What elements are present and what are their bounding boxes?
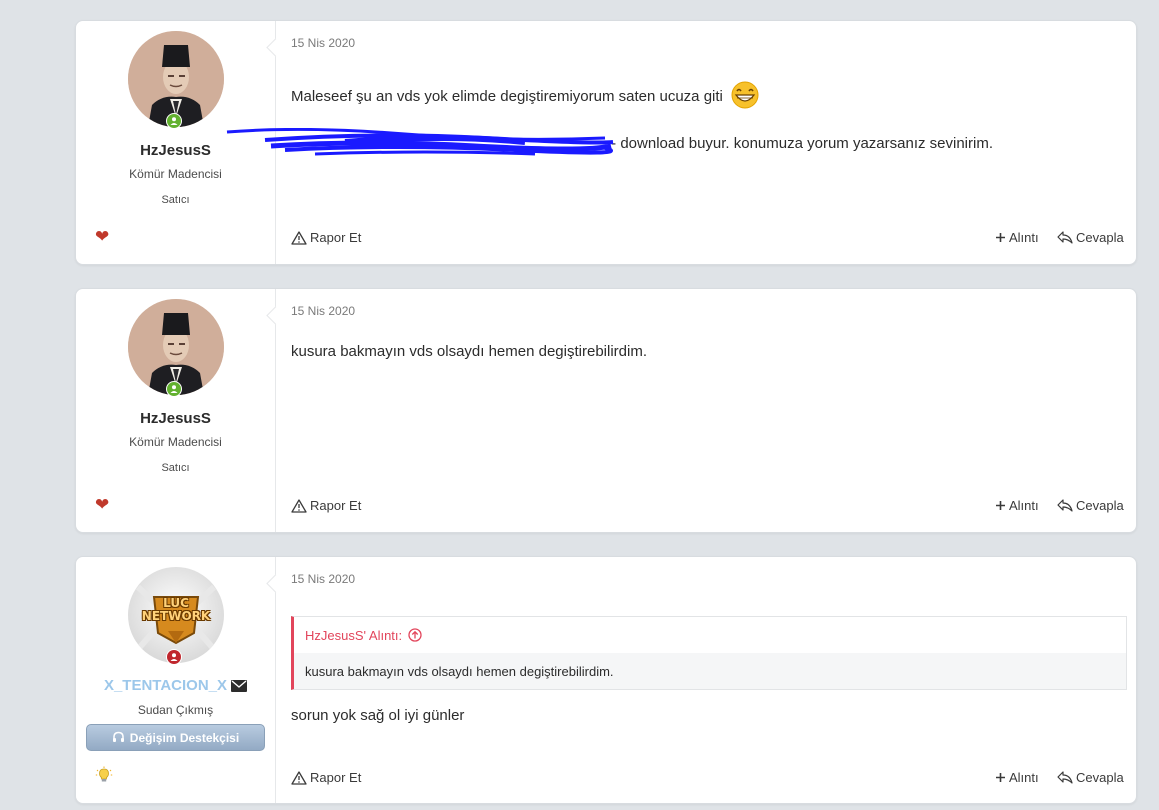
- username-row: X_TENTACION_X: [76, 677, 275, 694]
- quote-label: Alıntı: [1009, 230, 1039, 245]
- post-date[interactable]: 15 Nis 2020: [291, 304, 355, 318]
- badge-label: Değişim Destekçisi: [129, 730, 240, 745]
- online-dot: [167, 114, 181, 128]
- reply-button[interactable]: Cevapla: [1057, 230, 1124, 245]
- post-2: HzJesusS Kömür Madencisi Satıcı ❤ 15 Nis…: [75, 288, 1137, 533]
- reply-label: Cevapla: [1076, 770, 1124, 785]
- online-dot: [167, 382, 181, 396]
- quote-header[interactable]: HzJesusS' Alıntı:: [294, 617, 1126, 653]
- warning-icon: [291, 498, 307, 513]
- report-label: Rapor Et: [310, 230, 362, 245]
- report-label: Rapor Et: [310, 498, 362, 513]
- plus-icon: [995, 232, 1006, 243]
- headset-icon: [112, 731, 125, 744]
- online-dot: [167, 650, 181, 664]
- post-message: kusura bakmayın vds olsaydı hemen degişt…: [291, 343, 647, 360]
- post-3: LUC NETWORK X_TENTACION_X Sudan Çıkmış D…: [75, 556, 1137, 804]
- post-message-line: Maleseef şu an vds yok elimde degiştirem…: [291, 81, 761, 113]
- online-status-icon: [166, 113, 182, 129]
- warning-icon: [291, 770, 307, 785]
- username[interactable]: X_TENTACION_X: [104, 677, 227, 694]
- reply-icon: [1057, 499, 1073, 512]
- avatar-logo-text: LUC NETWORK: [141, 596, 211, 623]
- quote-label: Alıntı: [1009, 770, 1039, 785]
- quote-author[interactable]: HzJesusS' Alıntı:: [305, 628, 402, 643]
- user-banner: Satıcı: [161, 194, 190, 206]
- report-button[interactable]: Rapor Et: [291, 498, 361, 513]
- envelope-icon[interactable]: [231, 679, 248, 692]
- post-user-column: HzJesusS Kömür Madencisi Satıcı ❤: [76, 289, 276, 532]
- user-banner: Satıcı: [161, 462, 190, 474]
- user-badge: Değişim Destekçisi: [86, 724, 265, 751]
- user-title: Kömür Madencisi: [129, 167, 222, 181]
- post-message-line: - download buyur. konumuza yorum yazarsa…: [226, 128, 994, 156]
- user-title: Sudan Çıkmış: [137, 703, 214, 717]
- reply-icon: [1057, 231, 1073, 244]
- message-text: - download buyur. konumuza yorum yazarsa…: [611, 135, 994, 152]
- report-button[interactable]: Rapor Et: [291, 770, 361, 785]
- post-message: sorun yok sağ ol iyi günler: [291, 707, 465, 724]
- user-title: Kömür Madencisi: [129, 435, 222, 449]
- post-date[interactable]: 15 Nis 2020: [291, 36, 355, 50]
- reply-button[interactable]: Cevapla: [1057, 770, 1124, 785]
- quote-button[interactable]: Alıntı: [995, 498, 1039, 513]
- lightbulb-icon[interactable]: [95, 766, 113, 789]
- post-user-column: LUC NETWORK X_TENTACION_X Sudan Çıkmış D…: [76, 557, 276, 803]
- plus-icon: [995, 772, 1006, 783]
- reply-label: Cevapla: [1076, 230, 1124, 245]
- quote-block: HzJesusS' Alıntı: kusura bakmayın vds ol…: [291, 616, 1127, 690]
- report-label: Rapor Et: [310, 770, 362, 785]
- post-1: HzJesusS Kömür Madencisi Satıcı ❤ 15 Nis…: [75, 20, 1137, 265]
- heart-icon[interactable]: ❤: [95, 228, 109, 245]
- message-text: Maleseef şu an vds yok elimde degiştirem…: [291, 87, 723, 105]
- reply-icon: [1057, 771, 1073, 784]
- heart-icon[interactable]: ❤: [95, 496, 109, 513]
- quote-label: Alıntı: [1009, 498, 1039, 513]
- quote-text: kusura bakmayın vds olsaydı hemen degişt…: [294, 653, 1126, 689]
- online-status-icon: [166, 381, 182, 397]
- warning-icon: [291, 230, 307, 245]
- redacted-text: [226, 128, 614, 156]
- quote-button[interactable]: Alıntı: [995, 230, 1039, 245]
- username[interactable]: HzJesusS: [76, 410, 275, 427]
- quote-button[interactable]: Alıntı: [995, 770, 1039, 785]
- online-status-icon: [166, 649, 182, 665]
- plus-icon: [995, 500, 1006, 511]
- arrow-up-circle-icon[interactable]: [408, 628, 422, 642]
- grin-emoji-icon: [729, 81, 761, 113]
- reply-button[interactable]: Cevapla: [1057, 498, 1124, 513]
- report-button[interactable]: Rapor Et: [291, 230, 361, 245]
- post-date[interactable]: 15 Nis 2020: [291, 572, 355, 586]
- reply-label: Cevapla: [1076, 498, 1124, 513]
